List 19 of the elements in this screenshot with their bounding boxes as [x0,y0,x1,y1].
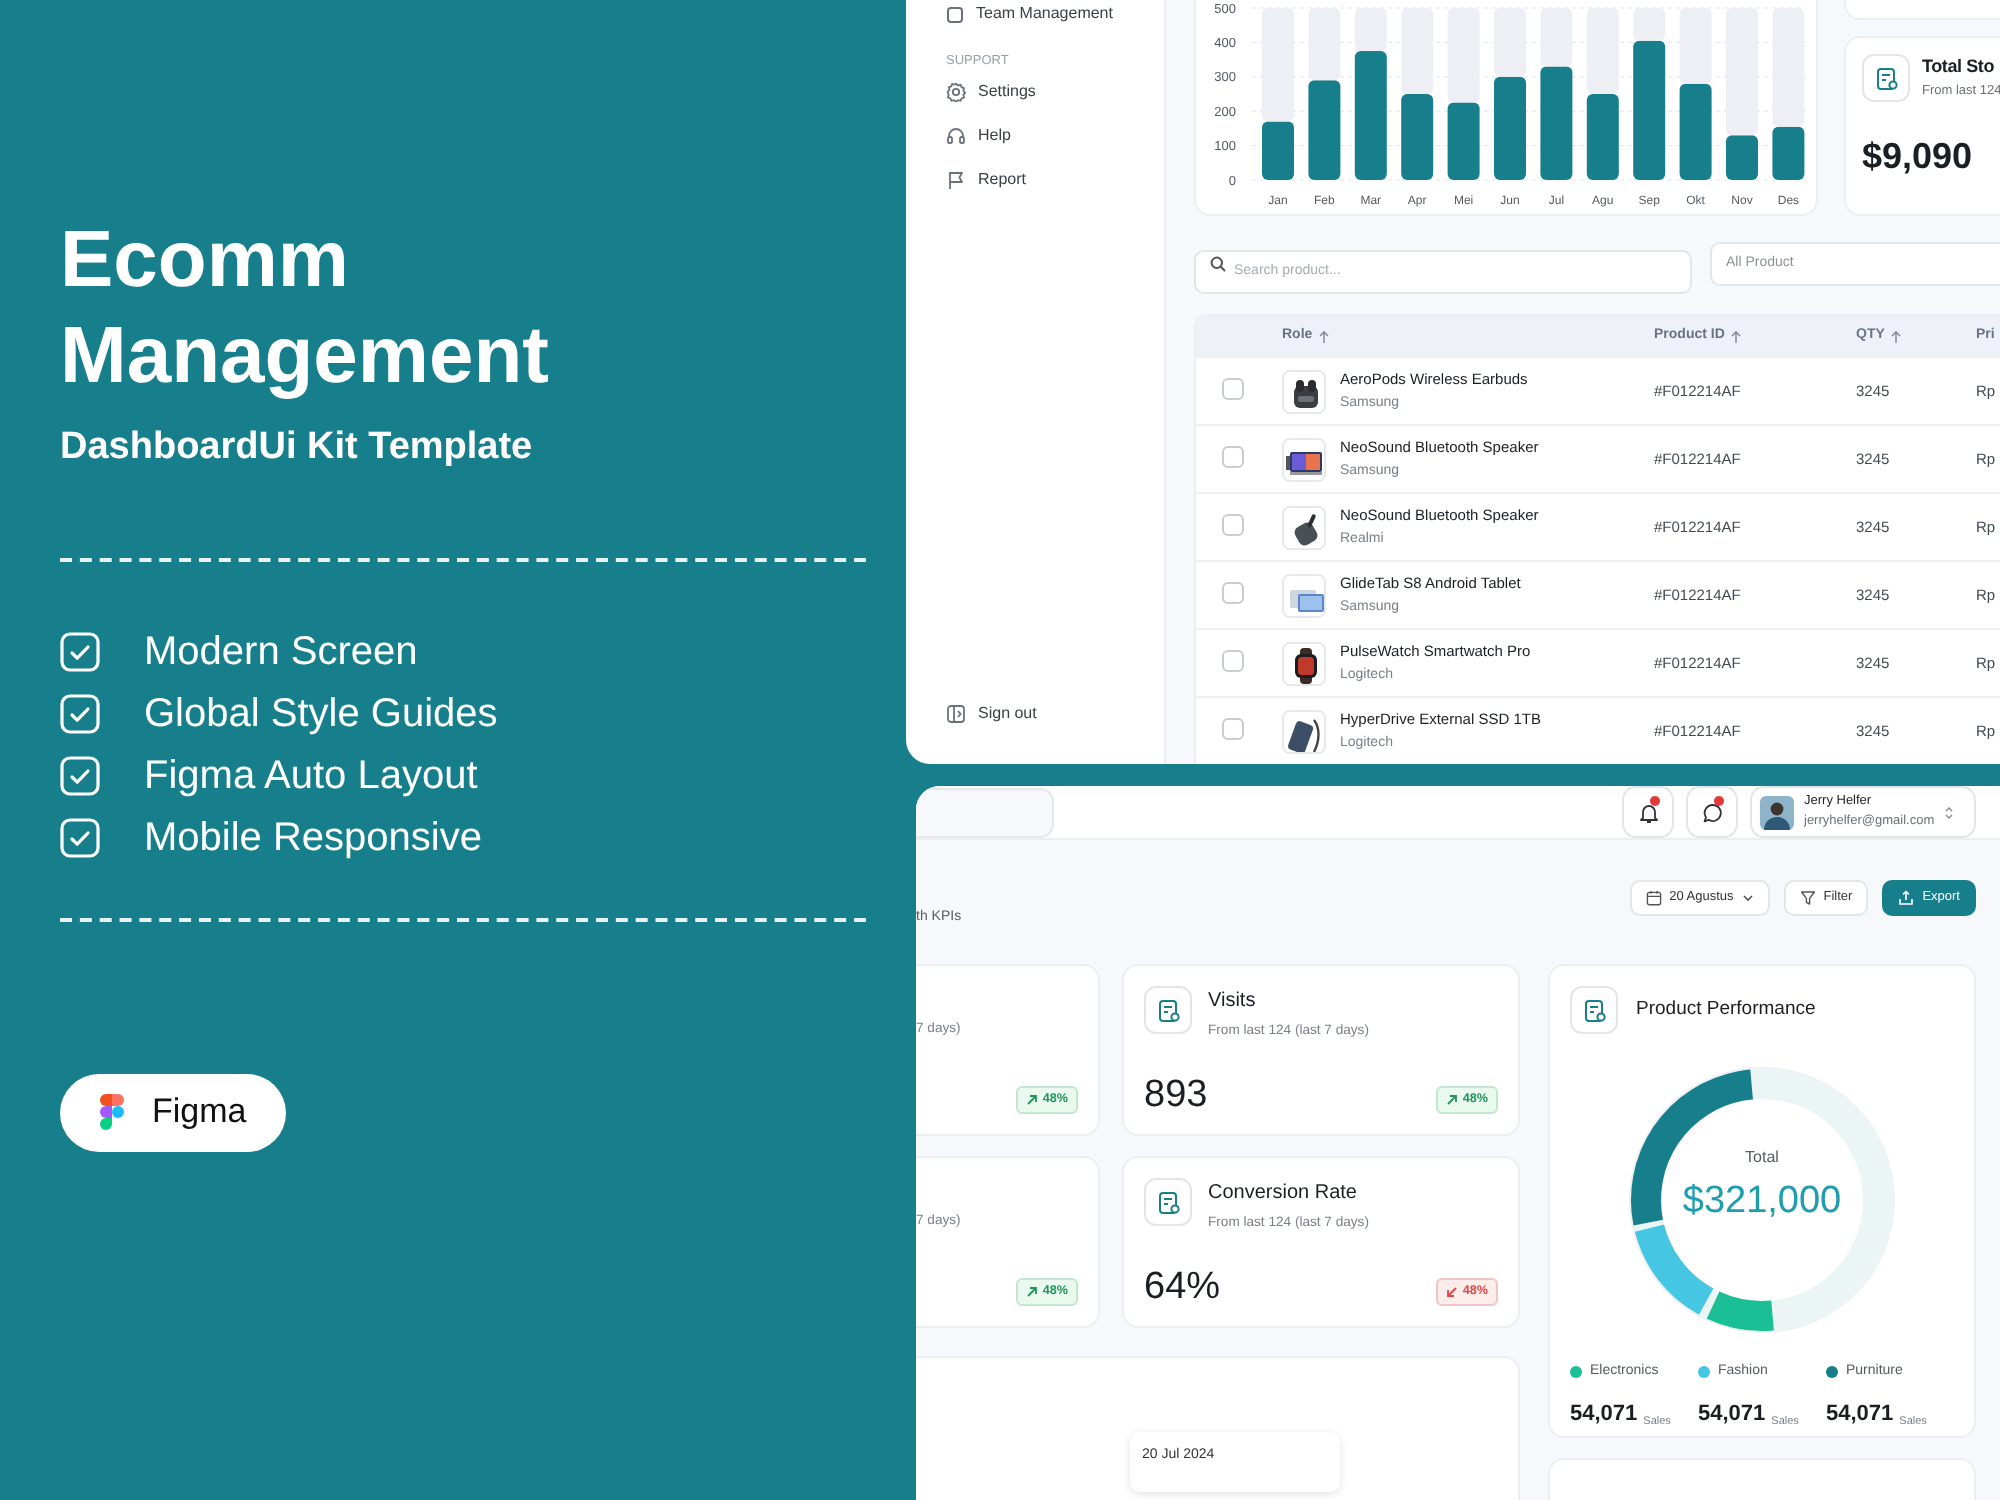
card-title: Visits [1208,988,1258,1016]
heading: Ecomm Management [60,214,551,404]
card-title: Product Performance [1636,995,1816,1024]
stat-value: 64% [1144,1268,1221,1306]
badge-text: Figma [152,1090,247,1135]
subheading: DashboardUi Kit Template [60,424,535,472]
total-value: $321,000 [1680,1178,1844,1226]
card-title: Total Sto [1922,54,1997,81]
legend-value: 54,071 [1570,1399,1638,1429]
legend-value: 54,071 [1698,1399,1766,1429]
legend-value: 54,071 [1826,1399,1894,1429]
feature-text: Figma Auto Layout [144,752,478,802]
card-title: Conversion Rate [1208,1180,1359,1208]
total-label: Total [1743,1146,1781,1170]
feature-text: Mobile Responsive [144,814,482,864]
feature-text: Modern Screen [144,628,418,678]
stat-value: $9,090 [1862,134,1975,180]
feature-text: Global Style Guides [144,690,498,740]
stat-value: 893 [1144,1076,1208,1114]
